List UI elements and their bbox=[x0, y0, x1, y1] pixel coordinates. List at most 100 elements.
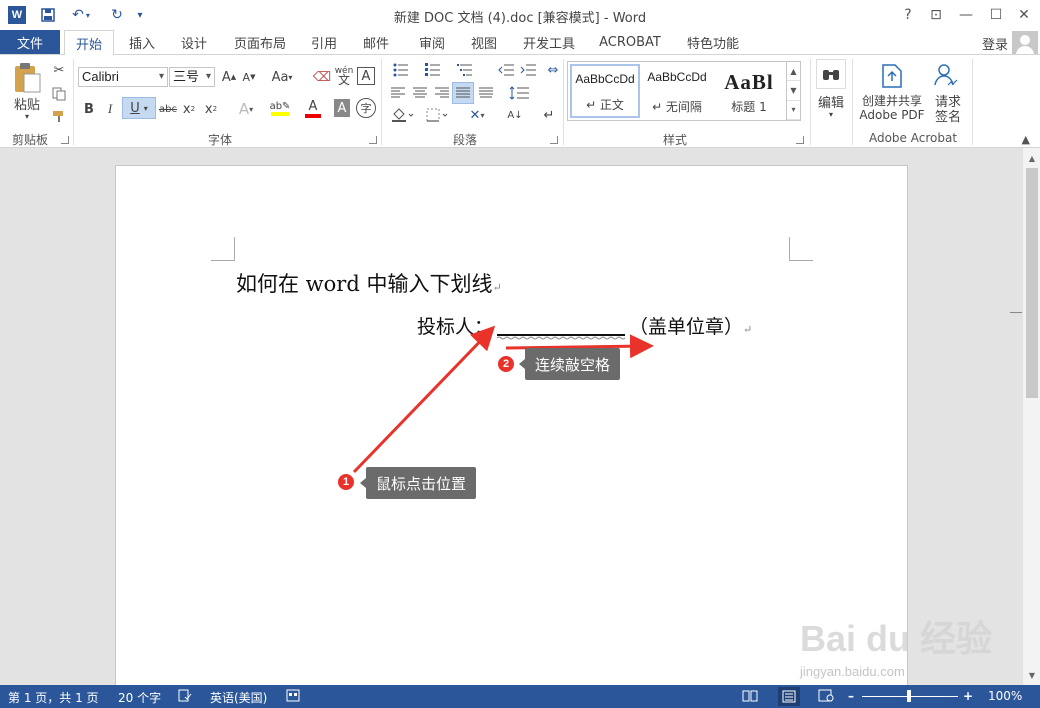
shrink-font-icon[interactable]: A ▼ bbox=[240, 67, 258, 87]
login-link[interactable]: 登录 bbox=[982, 34, 1008, 53]
format-painter-icon[interactable] bbox=[50, 107, 68, 125]
tab-view[interactable]: 视图 bbox=[464, 30, 504, 54]
paste-icon[interactable] bbox=[8, 61, 46, 95]
create-share-pdf-line2[interactable]: Adobe PDF bbox=[856, 108, 928, 122]
tab-insert[interactable]: 插入 bbox=[120, 30, 164, 54]
collapse-ribbon-icon[interactable]: ▲ bbox=[1022, 133, 1030, 146]
italic-button[interactable]: I bbox=[101, 99, 119, 119]
style-normal[interactable]: AaBbCcDd ↵ 正文 bbox=[570, 64, 640, 118]
binoculars-icon[interactable] bbox=[816, 59, 846, 89]
styles-down-icon[interactable]: ▼ bbox=[787, 81, 800, 101]
editing-dropdown-icon[interactable]: ▾ bbox=[826, 109, 836, 119]
word-count[interactable]: 20 个字 bbox=[118, 689, 161, 706]
borders-icon[interactable] bbox=[422, 105, 452, 125]
subscript-button[interactable]: x2 bbox=[180, 99, 198, 119]
web-layout-icon[interactable] bbox=[818, 689, 834, 705]
align-left-icon[interactable] bbox=[388, 83, 408, 103]
enclose-characters-icon[interactable]: 字 bbox=[356, 98, 376, 118]
align-right-icon[interactable] bbox=[432, 83, 452, 103]
vertical-scrollbar[interactable]: ▲ ▼ bbox=[1022, 148, 1040, 685]
close-button[interactable]: ✕ bbox=[1010, 4, 1038, 26]
numbering-icon[interactable] bbox=[420, 61, 446, 79]
font-size-combo[interactable]: 三号 bbox=[169, 67, 215, 87]
tab-review[interactable]: 审阅 bbox=[410, 30, 454, 54]
text-effects-icon[interactable]: A ▾ bbox=[232, 99, 260, 119]
paste-dropdown-icon[interactable]: ▾ bbox=[22, 111, 32, 121]
font-color-icon[interactable]: A bbox=[298, 97, 328, 119]
tab-design[interactable]: 设计 bbox=[172, 30, 216, 54]
scroll-down-icon[interactable]: ▼ bbox=[1023, 667, 1040, 683]
editing-button[interactable]: 编辑 bbox=[812, 93, 850, 111]
document-line-2[interactable]: 投标人： （盖单位章）↵ bbox=[417, 312, 752, 340]
underline-button[interactable]: U ▾ bbox=[122, 97, 156, 119]
document-page[interactable]: 如何在 word 中输入下划线↵ 投标人： （盖单位章）↵ bbox=[115, 165, 908, 705]
help-button[interactable]: ? bbox=[894, 4, 922, 26]
font-launcher-icon[interactable] bbox=[369, 136, 377, 144]
document-line-1[interactable]: 如何在 word 中输入下划线↵ bbox=[236, 268, 502, 298]
create-share-pdf-line1[interactable]: 创建并共享 bbox=[856, 93, 928, 108]
tab-special-features[interactable]: 特色功能 bbox=[680, 30, 746, 54]
grow-font-icon[interactable]: A ▲ bbox=[220, 67, 238, 87]
language[interactable]: 英语(美国) bbox=[210, 689, 267, 706]
ribbon-display-options-button[interactable]: ⊡ bbox=[922, 4, 950, 26]
underline-blank[interactable] bbox=[497, 316, 626, 340]
increase-indent-icon[interactable] bbox=[518, 61, 538, 79]
zoom-slider-thumb[interactable] bbox=[907, 690, 911, 702]
macro-record-icon[interactable] bbox=[286, 689, 300, 705]
print-layout-icon[interactable] bbox=[778, 687, 800, 706]
tab-references[interactable]: 引用 bbox=[304, 30, 344, 54]
request-signature-icon[interactable] bbox=[932, 61, 962, 91]
separator bbox=[972, 59, 973, 145]
phonetic-guide-icon[interactable]: wén 文 bbox=[334, 65, 354, 87]
tab-file[interactable]: 文件 bbox=[0, 30, 60, 54]
bullets-icon[interactable] bbox=[388, 61, 414, 79]
copy-icon[interactable] bbox=[50, 85, 68, 103]
style-heading-1[interactable]: AaBl 标题 1 bbox=[714, 64, 784, 118]
asian-typography-icon[interactable]: ✕ ▾ bbox=[462, 105, 492, 125]
align-center-icon[interactable] bbox=[410, 83, 430, 103]
character-shading-icon[interactable]: A bbox=[334, 99, 350, 117]
paste-button[interactable]: 粘贴 bbox=[8, 95, 46, 113]
change-case-icon[interactable]: Aa ▾ bbox=[268, 67, 296, 87]
tab-developer[interactable]: 开发工具 bbox=[516, 30, 582, 54]
zoom-level[interactable]: 100% bbox=[988, 689, 1022, 703]
bold-button[interactable]: B bbox=[80, 99, 98, 119]
tab-page-layout[interactable]: 页面布局 bbox=[228, 30, 292, 54]
zoom-in-button[interactable]: + bbox=[963, 689, 973, 703]
font-name-combo[interactable]: Calibri bbox=[78, 67, 168, 87]
tab-home[interactable]: 开始 bbox=[64, 30, 114, 55]
zoom-out-button[interactable]: – bbox=[848, 689, 854, 703]
styles-up-icon[interactable]: ▲ bbox=[787, 62, 800, 82]
clear-formatting-icon[interactable]: ⌫ bbox=[312, 67, 332, 87]
styles-more-icon[interactable]: ▾ bbox=[787, 101, 800, 120]
create-pdf-icon[interactable] bbox=[878, 61, 906, 91]
sort-icon[interactable]: A↓ bbox=[505, 105, 525, 125]
strikethrough-button[interactable]: abc bbox=[158, 99, 178, 119]
request-signature-line2[interactable]: 签名 bbox=[930, 108, 966, 125]
shading-icon[interactable] bbox=[388, 105, 418, 125]
multilevel-list-icon[interactable] bbox=[452, 61, 478, 79]
page-count[interactable]: 第 1 页，共 1 页 bbox=[8, 689, 99, 706]
show-formatting-marks-icon[interactable]: ↵ bbox=[540, 105, 558, 125]
cut-icon[interactable]: ✂ bbox=[50, 61, 68, 79]
read-mode-icon[interactable] bbox=[742, 689, 758, 705]
chinese-layout-icon[interactable]: ⇔ bbox=[544, 61, 562, 79]
distributed-icon[interactable] bbox=[476, 83, 496, 103]
minimize-button[interactable]: — bbox=[952, 4, 980, 26]
decrease-indent-icon[interactable] bbox=[496, 61, 516, 79]
proofing-icon[interactable] bbox=[178, 689, 192, 705]
highlight-color-icon[interactable]: ab✎ bbox=[264, 97, 296, 119]
superscript-button[interactable]: x2 bbox=[202, 99, 220, 119]
styles-launcher-icon[interactable] bbox=[796, 136, 804, 144]
justify-icon[interactable] bbox=[452, 82, 474, 104]
scroll-up-icon[interactable]: ▲ bbox=[1023, 150, 1040, 166]
style-no-spacing[interactable]: AaBbCcDd ↵ 无间隔 bbox=[642, 64, 712, 118]
character-border-icon[interactable]: A bbox=[357, 67, 375, 85]
tab-mailings[interactable]: 邮件 bbox=[356, 30, 396, 54]
maximize-button[interactable]: ☐ bbox=[982, 4, 1010, 26]
tab-acrobat[interactable]: ACROBAT bbox=[594, 30, 666, 54]
scrollbar-thumb[interactable] bbox=[1026, 168, 1038, 398]
paragraph-launcher-icon[interactable] bbox=[550, 136, 558, 144]
line-spacing-icon[interactable] bbox=[505, 83, 535, 103]
clipboard-launcher-icon[interactable] bbox=[61, 136, 69, 144]
